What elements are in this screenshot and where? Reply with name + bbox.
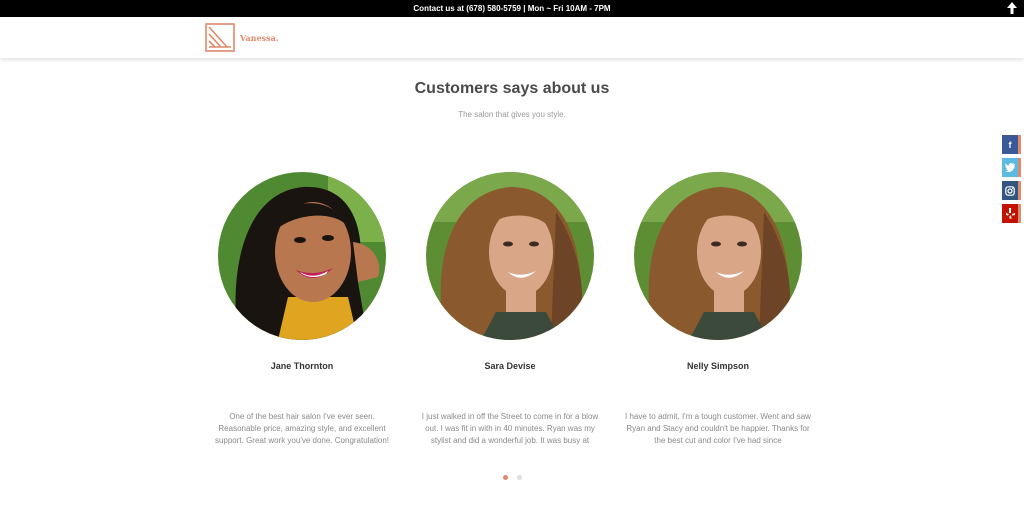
logo-mark-icon (205, 23, 235, 52)
site-header: Vanessa. (0, 17, 1024, 58)
carousel-dot-2[interactable] (516, 475, 522, 480)
instagram-glyph-icon (1005, 185, 1015, 196)
yelp-icon[interactable] (1002, 204, 1021, 223)
customer-name: Sara Devise (484, 361, 536, 371)
testimonial-card: Sara Devise I just walked in off the Str… (410, 172, 610, 445)
testimonial-card: Jane Thornton One of the best hair salon… (202, 172, 402, 445)
customer-photo-image (634, 172, 802, 340)
twitter-icon[interactable] (1002, 158, 1021, 177)
customer-quote: One of the best hair salon I've ever see… (214, 412, 390, 445)
carousel-dot-1[interactable] (502, 475, 508, 480)
customer-quote: I just walked in off the Street to come … (421, 412, 599, 445)
section-subtitle: The salon that gives you style. (458, 110, 566, 119)
scroll-to-top-icon[interactable] (1006, 1, 1018, 15)
customer-name: Jane Thornton (270, 361, 334, 371)
customer-name: Nelly Simpson (686, 361, 749, 371)
customer-photo (218, 172, 386, 340)
section-title: Customers says about us (414, 80, 610, 97)
instagram-icon[interactable] (1002, 181, 1021, 200)
customer-quote: I have to admit, I'm a tough customer. W… (625, 412, 811, 445)
carousel-pagination (0, 475, 1024, 480)
customer-photo-image (426, 172, 594, 340)
facebook-icon[interactable]: f (1002, 135, 1021, 154)
customer-photo-image (218, 172, 386, 340)
brand-name: Vanessa. (240, 32, 279, 43)
customer-photo (634, 172, 802, 340)
social-bar: f (1002, 135, 1021, 223)
brand-logo[interactable]: Vanessa. (205, 23, 279, 52)
customer-photo (426, 172, 594, 340)
twitter-bird-icon (1005, 163, 1015, 172)
testimonial-card: Nelly Simpson I have to admit, I'm a tou… (618, 172, 818, 445)
yelp-glyph-icon (1005, 208, 1015, 219)
contact-bar: Contact us at (678) 580-5759 | Mon ~ Fri… (0, 0, 1024, 17)
contact-text: Contact us at (678) 580-5759 | Mon ~ Fri… (413, 4, 611, 13)
